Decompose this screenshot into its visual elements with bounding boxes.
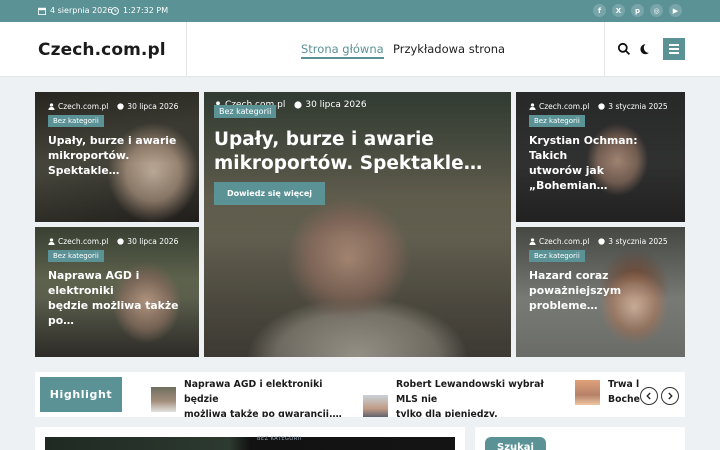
ticker-item[interactable]: Robert Lewandowski wybrał MLS nie tylko …: [363, 377, 566, 417]
author-name: Czech.com.pl: [539, 237, 590, 246]
post-title[interactable]: Upały, burze i awarie mikroportów. Spekt…: [48, 133, 189, 178]
author-name: Czech.com.pl: [539, 102, 590, 111]
post-title[interactable]: Hazard coraz poważniejszym probleme…: [529, 268, 675, 313]
post-date[interactable]: 3 stycznia 2025: [598, 237, 668, 246]
chevron-left-icon: [646, 392, 651, 400]
search-icon[interactable]: [617, 42, 631, 56]
x-twitter-icon[interactable]: X: [612, 4, 625, 17]
hamburger-menu-button[interactable]: [663, 38, 685, 60]
post-date[interactable]: 30 lipca 2026: [117, 102, 178, 111]
ticker-item[interactable]: Trwa l Boche: [575, 377, 648, 407]
post-date[interactable]: 30 lipca 2026: [117, 237, 178, 246]
menu-line: [669, 48, 679, 50]
facebook-icon[interactable]: f: [593, 4, 606, 17]
post-meta: Czech.com.pl 3 stycznia 2025: [529, 237, 668, 246]
top-bar: 4 sierpnia 2026 1:27:32 PM f X p ◎ ▶: [0, 0, 720, 22]
post-card[interactable]: Czech.com.pl 30 lipca 2026 Bez kategorii…: [35, 227, 199, 357]
highlight-ticker: Highlight Naprawa AGD i elektroniki będz…: [35, 372, 685, 417]
read-more-button[interactable]: Dowiedz się więcej: [214, 182, 326, 205]
post-title[interactable]: Upały, burze i awarie mikroportów. Spekt…: [214, 128, 491, 176]
user-icon: [529, 103, 536, 110]
post-date[interactable]: 30 lipca 2026: [294, 100, 367, 110]
highlight-label: Highlight: [40, 377, 122, 412]
category-label[interactable]: BEZ KATEGORII: [257, 436, 302, 442]
search-widget-title: Szukaj: [485, 437, 546, 450]
ticker-thumbnail: [363, 394, 388, 417]
pinterest-icon[interactable]: p: [631, 4, 644, 17]
clock-icon: [111, 6, 119, 15]
post-meta: Czech.com.pl 30 lipca 2026: [48, 237, 178, 246]
youtube-icon[interactable]: ▶: [669, 4, 682, 17]
post-card[interactable]: Czech.com.pl 3 stycznia 2025 Bez kategor…: [516, 92, 685, 222]
post-title[interactable]: Naprawa AGD i elektroniki będzie możliwa…: [48, 268, 189, 328]
clock-icon: [294, 101, 302, 109]
date-text: 30 lipca 2026: [127, 237, 179, 246]
ticker-thumbnail: [575, 379, 600, 405]
site-header: Czech.com.pl Strona główna Przykładowa s…: [0, 22, 720, 77]
next-arrow-button[interactable]: [661, 387, 679, 405]
ticker-item[interactable]: Naprawa AGD i elektroniki będzie możliwa…: [151, 377, 354, 417]
nav-home-link[interactable]: Strona główna: [301, 42, 384, 59]
site-logo[interactable]: Czech.com.pl: [38, 40, 166, 60]
date-text: 30 lipca 2026: [127, 102, 179, 111]
post-meta: Czech.com.pl 3 stycznia 2025: [529, 102, 668, 111]
instagram-icon[interactable]: ◎: [650, 4, 663, 17]
time-text: 1:27:32 PM: [123, 6, 169, 15]
author-name: Czech.com.pl: [58, 102, 109, 111]
category-badge[interactable]: Bez kategorii: [48, 115, 104, 127]
post-card[interactable]: Czech.com.pl 30 lipca 2026 Bez kategorii…: [35, 92, 199, 222]
header-divider: [186, 22, 187, 77]
sidebar-search-widget: Szukaj: [475, 427, 685, 450]
post-author[interactable]: Czech.com.pl: [529, 102, 589, 111]
current-time: 1:27:32 PM: [111, 6, 168, 15]
ticker-title[interactable]: Naprawa AGD i elektroniki będzie możliwa…: [184, 377, 354, 417]
clock-icon: [598, 238, 605, 245]
post-author[interactable]: Czech.com.pl: [48, 102, 108, 111]
prev-arrow-button[interactable]: [640, 387, 658, 405]
header-divider: [604, 22, 605, 77]
menu-line: [669, 44, 679, 46]
user-icon: [529, 238, 536, 245]
date-text: 4 sierpnia 2026: [50, 6, 113, 15]
social-links: f X p ◎ ▶: [593, 4, 682, 17]
ticker-thumbnail: [151, 387, 176, 412]
date-text: 3 stycznia 2025: [608, 102, 668, 111]
category-badge[interactable]: Bez kategorii: [529, 115, 585, 127]
dark-mode-moon-icon[interactable]: [637, 42, 651, 56]
author-name: Czech.com.pl: [58, 237, 109, 246]
calendar-icon: [38, 7, 46, 15]
post-date[interactable]: 3 stycznia 2025: [598, 102, 668, 111]
main-content-panel: BEZ KATEGORII: [35, 427, 465, 450]
featured-post-card[interactable]: Czech.com.pl 30 lipca 2026 Bez kategorii…: [204, 92, 511, 357]
post-author[interactable]: Czech.com.pl: [529, 237, 589, 246]
post-author[interactable]: Czech.com.pl: [48, 237, 108, 246]
post-title[interactable]: Krystian Ochman: Takich utworów jak „Boh…: [529, 133, 675, 193]
clock-icon: [598, 103, 605, 110]
date-text: 3 stycznia 2025: [608, 237, 668, 246]
post-card[interactable]: Czech.com.pl 3 stycznia 2025 Bez kategor…: [516, 227, 685, 357]
date-text: 30 lipca 2026: [305, 100, 367, 110]
chevron-right-icon: [668, 392, 673, 400]
menu-line: [669, 52, 679, 54]
user-icon: [48, 238, 55, 245]
post-image[interactable]: [45, 437, 455, 450]
category-badge[interactable]: Bez kategorii: [529, 250, 585, 262]
category-badge[interactable]: Bez kategorii: [48, 250, 104, 262]
ticker-title[interactable]: Robert Lewandowski wybrał MLS nie tylko …: [396, 377, 566, 417]
post-meta: Czech.com.pl 30 lipca 2026: [48, 102, 178, 111]
user-icon: [48, 103, 55, 110]
clock-icon: [117, 103, 124, 110]
current-date: 4 sierpnia 2026: [38, 6, 112, 15]
nav-sample-page-link[interactable]: Przykładowa strona: [393, 42, 505, 56]
category-badge[interactable]: Bez kategorii: [214, 105, 277, 118]
clock-icon: [117, 238, 124, 245]
